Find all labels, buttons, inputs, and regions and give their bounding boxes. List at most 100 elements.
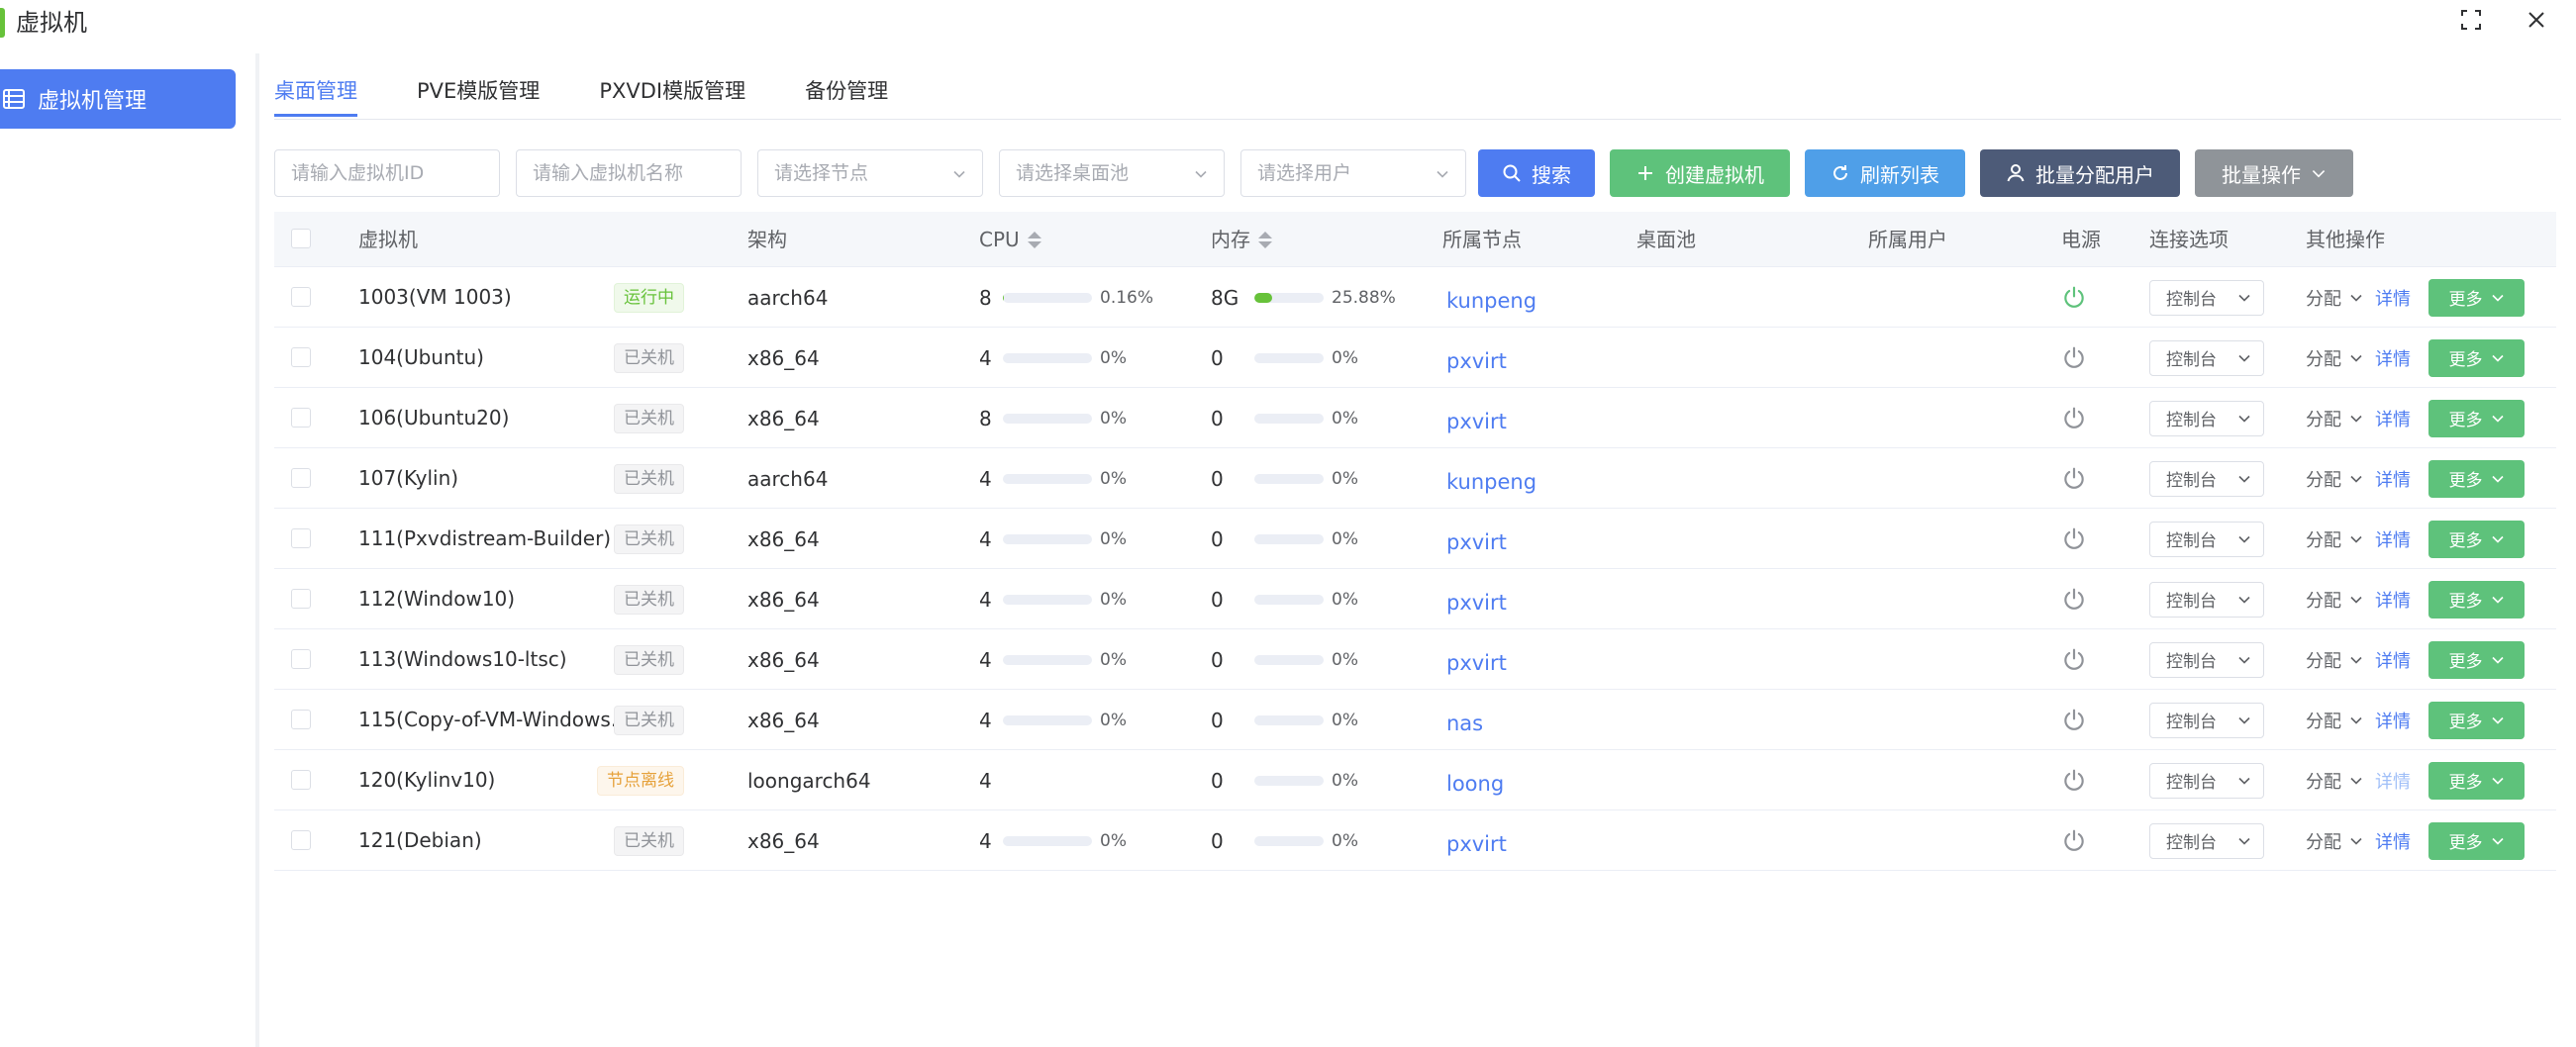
chevron-down-icon: [2238, 716, 2250, 724]
assign-dropdown[interactable]: 分配: [2306, 768, 2363, 794]
power-icon[interactable]: [2061, 406, 2087, 431]
select-all-checkbox[interactable]: [291, 229, 311, 248]
assign-dropdown[interactable]: 分配: [2306, 345, 2363, 371]
memory-size: 0: [1211, 466, 1224, 491]
more-button[interactable]: 更多: [2428, 701, 2525, 739]
detail-link[interactable]: 详情: [2375, 345, 2411, 371]
more-button[interactable]: 更多: [2428, 640, 2525, 679]
node-link[interactable]: kunpeng: [1446, 470, 1536, 494]
power-icon[interactable]: [2061, 587, 2087, 613]
fullscreen-icon[interactable]: [2451, 2, 2491, 38]
detail-link[interactable]: 详情: [2375, 587, 2411, 613]
node-link[interactable]: kunpeng: [1446, 289, 1536, 313]
row-checkbox[interactable]: [291, 287, 311, 307]
more-button[interactable]: 更多: [2428, 338, 2525, 377]
row-checkbox[interactable]: [291, 408, 311, 428]
console-dropdown[interactable]: 控制台: [2149, 581, 2264, 618]
cpu-usage-percent: 0%: [1100, 649, 1127, 670]
row-checkbox[interactable]: [291, 589, 311, 609]
power-icon[interactable]: [2061, 828, 2087, 854]
console-dropdown[interactable]: 控制台: [2149, 521, 2264, 557]
batch-operations-button[interactable]: 批量操作: [2195, 149, 2353, 197]
node-link[interactable]: pxvirt: [1446, 651, 1507, 675]
detail-link[interactable]: 详情: [2375, 708, 2411, 733]
tab-pxvdi-templates[interactable]: PXVDI模版管理: [599, 69, 745, 119]
detail-link[interactable]: 详情: [2375, 828, 2411, 854]
tab-pve-templates[interactable]: PVE模版管理: [417, 69, 540, 119]
node-link[interactable]: nas: [1446, 712, 1483, 735]
node-link[interactable]: pxvirt: [1446, 530, 1507, 554]
power-icon[interactable]: [2061, 466, 2087, 492]
assign-dropdown[interactable]: 分配: [2306, 828, 2363, 854]
node-link[interactable]: pxvirt: [1446, 410, 1507, 433]
more-button[interactable]: 更多: [2428, 580, 2525, 619]
row-checkbox[interactable]: [291, 770, 311, 790]
assign-dropdown[interactable]: 分配: [2306, 526, 2363, 552]
power-icon[interactable]: [2061, 345, 2087, 371]
console-dropdown[interactable]: 控制台: [2149, 279, 2264, 316]
detail-link[interactable]: 详情: [2375, 285, 2411, 311]
power-icon[interactable]: [2061, 285, 2087, 311]
node-select[interactable]: 请选择节点: [757, 149, 983, 197]
more-button[interactable]: 更多: [2428, 459, 2525, 498]
detail-link[interactable]: 详情: [2375, 466, 2411, 492]
header-memory[interactable]: 内存: [1211, 212, 1272, 267]
console-dropdown[interactable]: 控制台: [2149, 400, 2264, 436]
power-icon[interactable]: [2061, 708, 2087, 733]
assign-label: 分配: [2306, 469, 2341, 491]
search-button[interactable]: 搜索: [1478, 149, 1595, 197]
assign-dropdown[interactable]: 分配: [2306, 708, 2363, 733]
row-checkbox[interactable]: [291, 528, 311, 548]
detail-link[interactable]: 详情: [2375, 647, 2411, 673]
row-checkbox[interactable]: [291, 468, 311, 488]
node-cell: loong: [1446, 750, 1504, 810]
other-actions-cell: 分配 详情 更多: [2306, 569, 2525, 629]
assign-dropdown[interactable]: 分配: [2306, 647, 2363, 673]
node-link[interactable]: loong: [1446, 772, 1504, 796]
sort-icon[interactable]: [1027, 231, 1041, 248]
refresh-list-button[interactable]: 刷新列表: [1805, 149, 1965, 197]
more-button[interactable]: 更多: [2428, 821, 2525, 860]
more-button[interactable]: 更多: [2428, 520, 2525, 558]
vm-id-input[interactable]: [274, 149, 500, 197]
more-button[interactable]: 更多: [2428, 399, 2525, 437]
power-icon[interactable]: [2061, 768, 2087, 794]
sort-icon[interactable]: [1258, 231, 1272, 248]
tab-backup-management[interactable]: 备份管理: [805, 69, 888, 119]
console-dropdown[interactable]: 控制台: [2149, 339, 2264, 376]
sidebar-item-vm-management[interactable]: 虚拟机管理: [0, 69, 236, 129]
detail-link[interactable]: 详情: [2375, 406, 2411, 431]
assign-dropdown[interactable]: 分配: [2306, 466, 2363, 492]
detail-link[interactable]: 详情: [2375, 768, 2411, 794]
console-dropdown[interactable]: 控制台: [2149, 641, 2264, 678]
console-dropdown[interactable]: 控制台: [2149, 822, 2264, 859]
row-checkbox[interactable]: [291, 347, 311, 367]
vm-name-input[interactable]: [516, 149, 742, 197]
user-select[interactable]: 请选择用户: [1240, 149, 1466, 197]
node-link[interactable]: pxvirt: [1446, 832, 1507, 856]
console-dropdown[interactable]: 控制台: [2149, 762, 2264, 799]
row-checkbox[interactable]: [291, 710, 311, 729]
console-dropdown[interactable]: 控制台: [2149, 702, 2264, 738]
desktop-pool-select[interactable]: 请选择桌面池: [999, 149, 1225, 197]
batch-assign-users-button[interactable]: 批量分配用户: [1980, 149, 2180, 197]
more-button[interactable]: 更多: [2428, 761, 2525, 800]
create-vm-button[interactable]: 创建虚拟机: [1610, 149, 1790, 197]
more-button[interactable]: 更多: [2428, 278, 2525, 317]
assign-dropdown[interactable]: 分配: [2306, 406, 2363, 431]
row-checkbox[interactable]: [291, 649, 311, 669]
close-icon[interactable]: [2517, 2, 2556, 38]
detail-link[interactable]: 详情: [2375, 526, 2411, 552]
node-link[interactable]: pxvirt: [1446, 591, 1507, 615]
assign-dropdown[interactable]: 分配: [2306, 285, 2363, 311]
tab-desktop-management[interactable]: 桌面管理: [274, 69, 357, 119]
row-checkbox[interactable]: [291, 830, 311, 850]
cpu-usage-bar: [1003, 473, 1092, 484]
power-icon[interactable]: [2061, 647, 2087, 673]
power-icon[interactable]: [2061, 526, 2087, 552]
memory-usage-percent: 0%: [1332, 649, 1358, 670]
assign-dropdown[interactable]: 分配: [2306, 587, 2363, 613]
console-dropdown[interactable]: 控制台: [2149, 460, 2264, 497]
node-link[interactable]: pxvirt: [1446, 349, 1507, 373]
header-cpu[interactable]: CPU: [979, 212, 1041, 267]
